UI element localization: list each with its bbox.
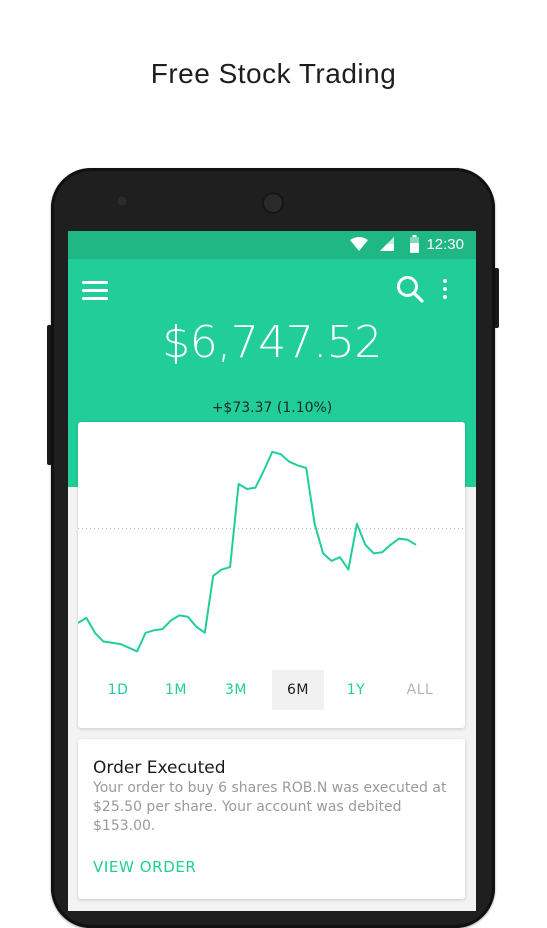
front-camera	[116, 195, 128, 207]
portfolio-line-chart	[78, 450, 463, 653]
menu-icon	[82, 281, 108, 284]
signal-icon	[380, 237, 394, 251]
range-tab-1y[interactable]: 1Y	[330, 670, 382, 710]
range-tab-1m[interactable]: 1M	[150, 670, 202, 710]
order-title: Order Executed	[93, 758, 226, 778]
view-order-button[interactable]: VIEW ORDER	[93, 858, 196, 876]
range-tab-3m[interactable]: 3M	[210, 670, 262, 710]
search-icon[interactable]	[396, 275, 424, 303]
earpiece-speaker	[262, 192, 284, 214]
order-message: Your order to buy 6 shares ROB.N was exe…	[93, 780, 447, 834]
range-tab-all[interactable]: ALL	[394, 670, 446, 710]
chart-series-line	[78, 450, 417, 653]
portfolio-change: +$73.37 (1.10%)	[211, 400, 333, 416]
menu-button[interactable]	[82, 280, 108, 302]
wifi-icon	[350, 237, 368, 251]
range-tab-6m[interactable]: 6M	[272, 670, 324, 710]
time-range-selector: 1D 1M 3M 6M 1Y ALL	[78, 670, 465, 712]
phone-screen: 12:30 $6,747.52 +$73.37 (1.10%) 1D 1M 3M 6M…	[68, 231, 476, 911]
order-notification-card: Order Executed Your order to buy 6 share…	[78, 739, 465, 899]
more-vert-icon[interactable]	[438, 277, 452, 303]
headline: Free Stock Trading	[150, 58, 397, 89]
battery-icon	[410, 235, 419, 253]
portfolio-balance: $6,747.52	[162, 317, 382, 368]
range-tab-1d[interactable]: 1D	[92, 670, 144, 710]
portfolio-chart-card: 1D 1M 3M 6M 1Y ALL	[78, 422, 465, 728]
status-time: 12:30	[426, 236, 464, 253]
status-bar: 12:30	[68, 231, 476, 259]
